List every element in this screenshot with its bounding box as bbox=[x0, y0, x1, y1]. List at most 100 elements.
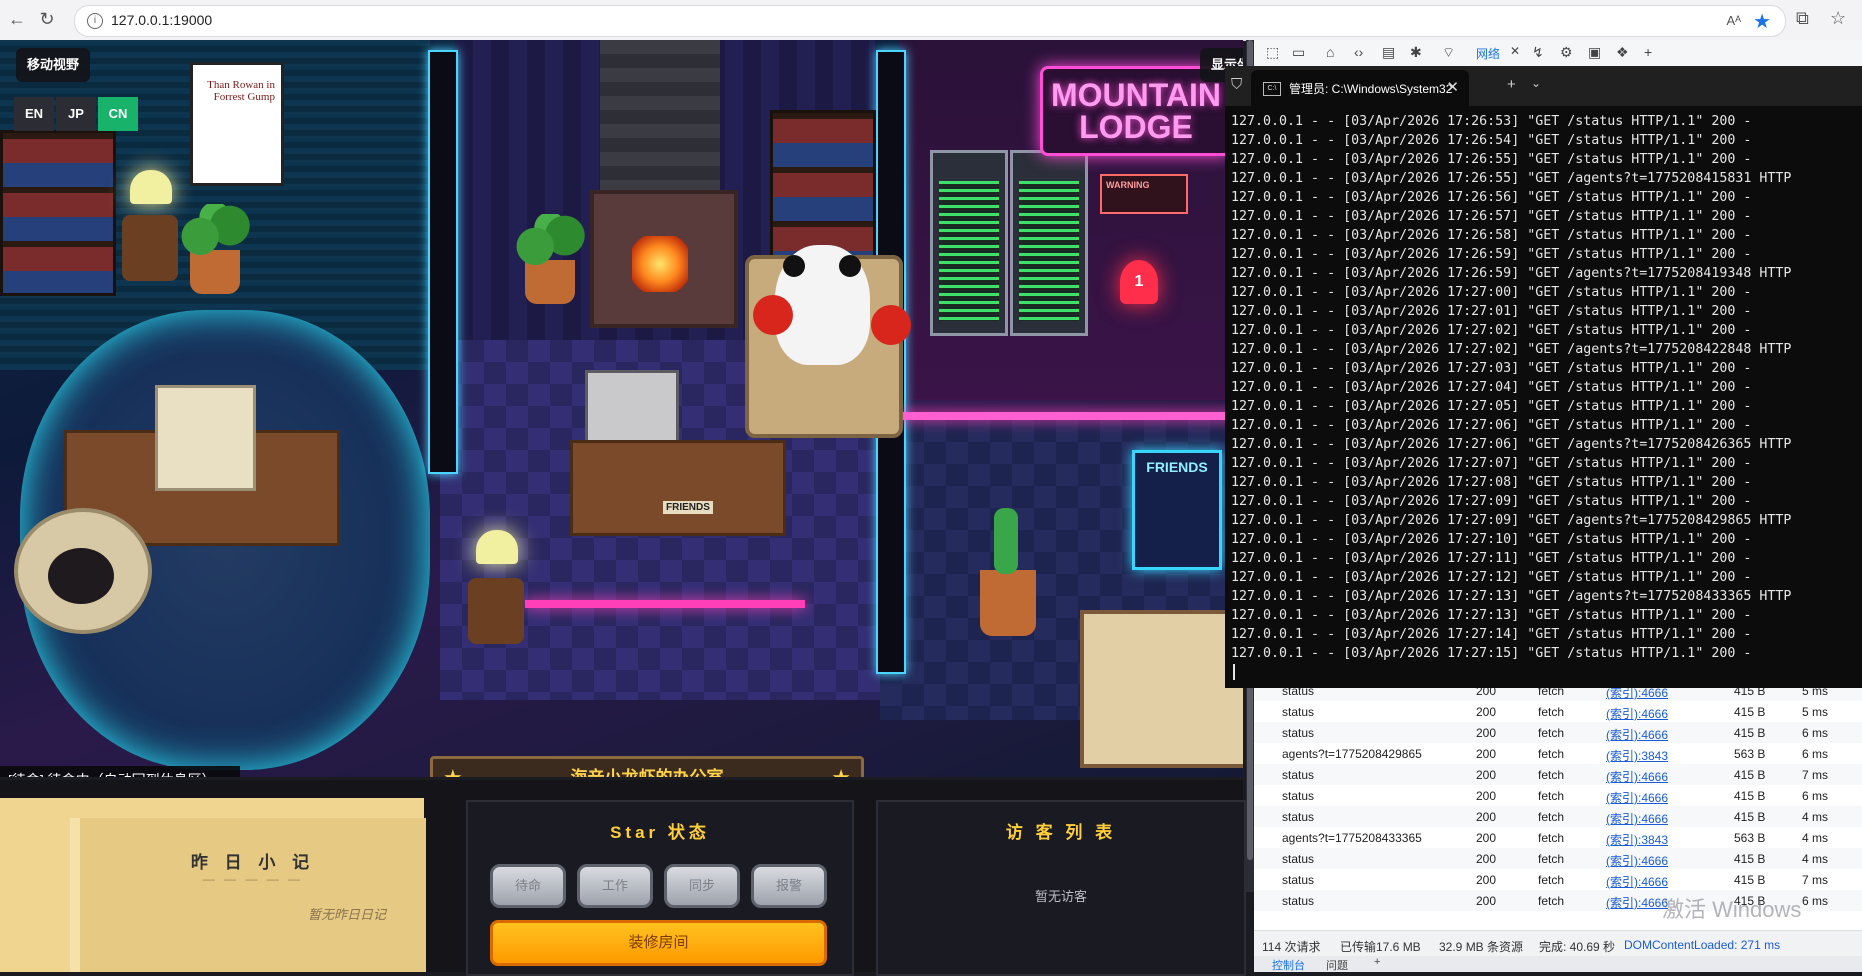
read-aloud-icon[interactable]: Aᴬ bbox=[1726, 13, 1741, 28]
close-tab-icon[interactable]: ✕ bbox=[1446, 78, 1459, 96]
lang-jp-button[interactable]: JP bbox=[56, 97, 96, 131]
extension-icon[interactable]: ❖ bbox=[1616, 44, 1629, 61]
console-icon[interactable]: ▤ bbox=[1382, 44, 1395, 61]
terminal-line: 127.0.0.1 - - [03/Apr/2026 17:26:57] "GE… bbox=[1231, 209, 1752, 224]
movie-poster: Than Rowan in Forrest Gump bbox=[190, 62, 284, 186]
fire-icon bbox=[632, 236, 688, 292]
table-row[interactable]: agents?t=1775208433365 200 fetch (索引):3843 5… bbox=[1254, 827, 1862, 848]
lang-cn-button[interactable]: CN bbox=[98, 97, 138, 131]
cactus-pot bbox=[980, 508, 1036, 636]
star-status-title: Star 状态 bbox=[610, 823, 710, 842]
back-icon[interactable]: ← bbox=[6, 8, 28, 30]
terminal-window[interactable]: ⛉ C:\ 管理员: C:\Windows\System32 ✕ + ⌄ 127… bbox=[1225, 66, 1862, 688]
inspect-icon[interactable]: ⬚ bbox=[1266, 44, 1279, 61]
alarm-button[interactable]: 报警 bbox=[751, 864, 827, 908]
retro-computer[interactable] bbox=[155, 385, 256, 491]
device-icon[interactable]: ▭ bbox=[1292, 44, 1305, 61]
diary-panel: 昨 日 小 记 — — — — — 暂无昨日日记 bbox=[0, 798, 426, 972]
office-game-canvas[interactable]: Than Rowan in Forrest Gump FRIENDS MOUNT… bbox=[0, 40, 1243, 777]
neon-pillar-left bbox=[428, 50, 458, 474]
sync-button[interactable]: 同步 bbox=[664, 864, 740, 908]
chimney bbox=[600, 40, 720, 190]
address-bar[interactable]: i 127.0.0.1:19000 Aᴬ ★ bbox=[74, 5, 1786, 37]
terminal-line: 127.0.0.1 - - [03/Apr/2026 17:27:04] "GE… bbox=[1231, 380, 1752, 395]
gear-icon[interactable]: ⚙ bbox=[1560, 44, 1573, 61]
alarm-light-icon[interactable]: 1 bbox=[1120, 260, 1158, 304]
plant-pot bbox=[178, 204, 252, 294]
tab-console[interactable]: 控制台 bbox=[1272, 957, 1305, 973]
table-row[interactable]: status 200 fetch (索引):4666 415 B7 ms bbox=[1254, 764, 1862, 785]
table-row[interactable]: status 200 fetch (索引):4666 415 B4 ms bbox=[1254, 806, 1862, 827]
neon-strip bbox=[525, 600, 805, 608]
coffee-table: FRIENDS bbox=[570, 440, 786, 536]
diary-paper: 昨 日 小 记 — — — — — 暂无昨日日记 bbox=[70, 818, 426, 972]
work-button[interactable]: 工作 bbox=[577, 864, 653, 908]
url-text: 127.0.0.1:19000 bbox=[111, 12, 213, 28]
dom-content-loaded: DOMContentLoaded: 271 ms bbox=[1624, 938, 1781, 952]
favorites-icon[interactable]: ☆ bbox=[1830, 8, 1846, 29]
lang-en-button[interactable]: EN bbox=[14, 97, 54, 131]
new-tab-icon[interactable]: + bbox=[1507, 76, 1516, 93]
no-visitors-text: 暂无访客 bbox=[1034, 889, 1087, 904]
debug-icon[interactable]: ✱ bbox=[1410, 44, 1422, 61]
wifi-icon: ⌔ bbox=[1442, 44, 1456, 60]
office-title: 海辛小龙虾的办公室 bbox=[433, 759, 861, 777]
chevron-down-icon[interactable]: ⌄ bbox=[1531, 76, 1541, 90]
table-row[interactable]: status 200 fetch (索引):4666 415 B5 ms bbox=[1254, 701, 1862, 722]
tab-network[interactable]: 网络 bbox=[1476, 45, 1500, 62]
star-status-panel: Star 状态 待命 工作 同步 报警 装修房间 bbox=[466, 800, 854, 976]
application-icon[interactable]: ▣ bbox=[1588, 44, 1601, 61]
terminal-tab[interactable]: C:\ 管理员: C:\Windows\System32 ✕ bbox=[1251, 70, 1469, 106]
add-drawer-tab-icon[interactable]: + bbox=[1374, 956, 1380, 968]
browser-toolbar: ← ↻ i 127.0.0.1:19000 Aᴬ ★ ⧉ ☆ bbox=[0, 0, 1862, 41]
home-icon[interactable]: ⌂ bbox=[1326, 44, 1334, 60]
table-row[interactable]: status 200 fetch (索引):4666 415 B6 ms bbox=[1254, 722, 1862, 743]
server-rack-1 bbox=[930, 150, 1008, 336]
neon-strip-right bbox=[880, 412, 1243, 420]
server-rack-2 bbox=[1010, 150, 1088, 336]
table-row[interactable]: agents?t=1775208429865 200 fetch (索引):3843 5… bbox=[1254, 743, 1862, 764]
terminal-line: 127.0.0.1 - - [03/Apr/2026 17:27:11] "GE… bbox=[1231, 551, 1752, 566]
table-row[interactable]: status 200 fetch (索引):4666 415 B7 ms bbox=[1254, 869, 1862, 890]
terminal-line: 127.0.0.1 - - [03/Apr/2026 17:27:14] "GE… bbox=[1231, 627, 1752, 642]
performance-icon[interactable]: ↯ bbox=[1532, 44, 1544, 61]
table-row[interactable]: status 200 fetch (索引):4666 415 B4 ms bbox=[1254, 848, 1862, 869]
info-icon[interactable]: i bbox=[87, 13, 103, 29]
move-view-button[interactable]: 移动视野 bbox=[16, 48, 90, 82]
agent-status-text: [待命] 待命中（自动回到休息区） bbox=[0, 766, 240, 777]
terminal-line: 127.0.0.1 - - [03/Apr/2026 17:26:53] "GE… bbox=[1231, 114, 1752, 129]
decorate-room-button[interactable]: 装修房间 bbox=[490, 920, 827, 966]
favorite-star-icon[interactable]: ★ bbox=[1753, 9, 1771, 34]
devtools-drawer-tabs: 控制台 问题 + bbox=[1254, 956, 1862, 972]
visitor-list-title: 访 客 列 表 bbox=[1005, 823, 1117, 842]
terminal-cursor bbox=[1233, 664, 1235, 680]
reload-icon[interactable]: ↻ bbox=[36, 8, 58, 30]
plant-pot-middle bbox=[513, 214, 587, 304]
terminal-line: 127.0.0.1 - - [03/Apr/2026 17:26:59] "GE… bbox=[1231, 247, 1752, 262]
friends-poster: FRIENDS bbox=[1132, 450, 1222, 570]
finish-time: 完成: 40.69 秒 bbox=[1539, 940, 1616, 954]
cmd-icon: C:\ bbox=[1263, 82, 1281, 96]
terminal-line: 127.0.0.1 - - [03/Apr/2026 17:27:02] "GE… bbox=[1231, 342, 1792, 357]
terminal-output: 127.0.0.1 - - [03/Apr/2026 17:26:53] "GE… bbox=[1231, 112, 1861, 663]
shield-icon: ⛉ bbox=[1231, 76, 1243, 93]
lamp-left bbox=[130, 170, 172, 204]
terminal-line: 127.0.0.1 - - [03/Apr/2026 17:26:58] "GE… bbox=[1231, 228, 1752, 243]
diary-empty-text: 暂无昨日日记 bbox=[307, 907, 386, 922]
close-icon[interactable]: ✕ bbox=[1510, 44, 1520, 58]
panda-lobster-avatar[interactable] bbox=[753, 245, 870, 365]
terminal-line: 127.0.0.1 - - [03/Apr/2026 17:27:09] "GE… bbox=[1231, 494, 1752, 509]
add-tab-icon[interactable]: + bbox=[1644, 44, 1652, 60]
diary-title: 昨 日 小 记 bbox=[190, 853, 316, 872]
terminal-line: 127.0.0.1 - - [03/Apr/2026 17:27:13] "GE… bbox=[1231, 608, 1752, 623]
extensions-icon[interactable]: ⧉ bbox=[1796, 8, 1809, 29]
warning-sign: WARNING bbox=[1100, 174, 1188, 214]
bed bbox=[1080, 610, 1243, 768]
table-row[interactable]: status 200 fetch (索引):4666 415 B6 ms bbox=[1254, 785, 1862, 806]
terminal-line: 127.0.0.1 - - [03/Apr/2026 17:27:13] "GE… bbox=[1231, 589, 1792, 604]
diary-divider: — — — — — bbox=[202, 872, 304, 886]
terminal-line: 127.0.0.1 - - [03/Apr/2026 17:27:15] "GE… bbox=[1231, 646, 1752, 661]
idle-button[interactable]: 待命 bbox=[490, 864, 566, 908]
elements-icon[interactable]: ‹› bbox=[1354, 44, 1363, 60]
tab-issues[interactable]: 问题 bbox=[1326, 957, 1348, 973]
